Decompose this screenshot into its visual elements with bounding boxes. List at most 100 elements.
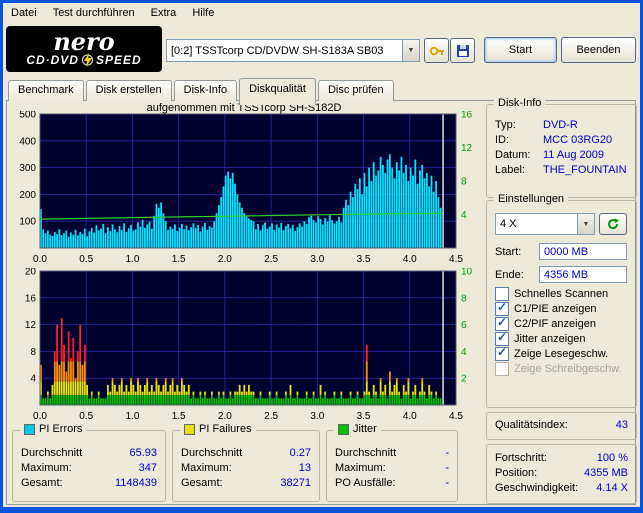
start-button[interactable]: Start <box>484 37 557 63</box>
chevron-down-icon[interactable]: ▼ <box>577 214 594 234</box>
disk-info-label: ID: <box>495 134 509 146</box>
chevron-down-icon[interactable]: ▼ <box>402 40 419 61</box>
stat-label: Maximum: <box>21 462 72 474</box>
pi-errors-chart: 1002003004005004812160.00.51.01.52.02.53… <box>8 111 482 263</box>
svg-text:400: 400 <box>19 136 36 147</box>
save-button[interactable] <box>450 38 475 63</box>
tab-disk-info[interactable]: Disk-Info <box>174 80 237 101</box>
svg-text:3.0: 3.0 <box>310 254 324 263</box>
refresh-button[interactable] <box>599 213 627 235</box>
stat-label: PO Ausfälle: <box>335 477 396 489</box>
progress-label: Fortschritt: <box>495 452 547 464</box>
svg-text:500: 500 <box>19 111 36 121</box>
app-window: Datei Test durchführen Extra Hilfe nero … <box>0 0 643 513</box>
svg-text:3.5: 3.5 <box>357 411 371 420</box>
checkbox-lesegeschwindigkeit[interactable]: Zeige Lesegeschw. <box>495 347 632 361</box>
checkbox-schreibgeschwindigkeit: Zeige Schreibgeschw. <box>495 362 632 376</box>
svg-text:4: 4 <box>30 374 36 385</box>
start-label: Start: <box>495 246 521 258</box>
svg-text:200: 200 <box>19 190 36 201</box>
jitter-summary-group: Jitter Durchschnitt- Maximum:- PO Ausfäl… <box>326 430 458 502</box>
checkbox-label: Schnelles Scannen <box>514 288 608 300</box>
checkbox-box[interactable] <box>495 332 509 346</box>
stat-value: - <box>445 447 449 459</box>
tab-diskqualitaet[interactable]: Diskqualität <box>239 78 316 105</box>
progress-value: 100 % <box>597 452 628 464</box>
stat-label: Durchschnitt <box>181 447 242 459</box>
pi-errors-caption: PI Errors <box>20 423 86 435</box>
disk-info-group: Disk-Info Typ:DVD-R ID:MCC 03RG20 Datum:… <box>486 104 637 198</box>
stat-label: Gesamt: <box>21 477 63 489</box>
nero-product-text: CD·DVD SPEED <box>26 53 141 67</box>
nero-brand-text: nero <box>53 31 114 53</box>
tab-disc-pruefen[interactable]: Disc prüfen <box>318 80 394 101</box>
checkbox-c1-pie[interactable]: C1/PIE anzeigen <box>495 302 632 316</box>
disk-info-caption: Disk-Info <box>494 97 545 109</box>
svg-text:8: 8 <box>461 293 467 304</box>
stat-label: Gesamt: <box>181 477 223 489</box>
speed-select[interactable]: 4 X ▼ <box>495 213 595 235</box>
svg-text:300: 300 <box>19 163 36 174</box>
svg-text:10: 10 <box>461 268 473 278</box>
menu-item-extra[interactable]: Extra <box>143 5 185 21</box>
checkbox-box[interactable] <box>495 347 509 361</box>
checkbox-c2-pif[interactable]: C2/PIF anzeigen <box>495 317 632 331</box>
quit-button[interactable]: Beenden <box>561 37 636 63</box>
checkbox-jitter[interactable]: Jitter anzeigen <box>495 332 632 346</box>
pi-failures-caption: PI Failures <box>180 423 256 435</box>
pi-errors-summary-group: PI Errors Durchschnitt65.93 Maximum:347 … <box>12 430 166 502</box>
svg-text:3.5: 3.5 <box>357 254 371 263</box>
settings-title: Einstellungen <box>498 193 564 205</box>
tab-disk-erstellen[interactable]: Disk erstellen <box>86 80 172 101</box>
quality-index-label: Qualitätsindex: <box>495 419 568 431</box>
checkbox-label: Jitter anzeigen <box>514 333 586 345</box>
speed-select-value: 4 X <box>496 218 521 230</box>
checkbox-box[interactable] <box>495 302 509 316</box>
checkbox-label: C2/PIF anzeigen <box>514 318 596 330</box>
settings-group: Einstellungen 4 X ▼ Start: 0000 MB Ende:… <box>486 200 637 408</box>
checkbox-label: C1/PIE anzeigen <box>514 303 597 315</box>
pi-failures-summary-group: PI Failures Durchschnitt0.27 Maximum:13 … <box>172 430 320 502</box>
disk-info-value: 11 Aug 2009 <box>543 149 604 161</box>
svg-text:4: 4 <box>461 347 467 358</box>
menu-item-hilfe[interactable]: Hilfe <box>184 5 222 21</box>
disk-info-value: MCC 03RG20 <box>543 134 612 146</box>
svg-text:4.5: 4.5 <box>449 411 463 420</box>
tab-benchmark[interactable]: Benchmark <box>8 80 84 101</box>
checkbox-label: Zeige Lesegeschw. <box>514 348 608 360</box>
pi-failures-title: PI Failures <box>199 423 252 435</box>
stat-value: - <box>445 477 449 489</box>
svg-text:1.0: 1.0 <box>125 411 139 420</box>
svg-text:12: 12 <box>25 320 37 331</box>
jitter-title: Jitter <box>353 423 377 435</box>
disk-info-value: THE_FOUNTAIN <box>543 164 627 176</box>
window-border-bottom <box>0 507 643 513</box>
window-border-left <box>0 0 3 513</box>
svg-text:12: 12 <box>461 143 473 154</box>
drive-select[interactable]: [0:2] TSSTcorp CD/DVDW SH-S183A SB03 ▼ <box>166 39 420 62</box>
end-field[interactable]: 4356 MB <box>539 266 627 283</box>
disk-info-label: Typ: <box>495 119 516 131</box>
stat-label: Maximum: <box>335 462 386 474</box>
svg-text:20: 20 <box>25 268 37 278</box>
svg-text:3.0: 3.0 <box>310 411 324 420</box>
svg-text:0.0: 0.0 <box>33 411 47 420</box>
options-button[interactable] <box>424 38 449 63</box>
menu-item-test-durchfuehren[interactable]: Test durchführen <box>45 5 143 21</box>
checkbox-schnelles-scannen[interactable]: Schnelles Scannen <box>495 287 632 301</box>
svg-text:16: 16 <box>461 111 473 121</box>
checkbox-box[interactable] <box>495 287 509 301</box>
quality-index-value: 43 <box>616 419 628 431</box>
progress-group: Fortschritt:100 % Position:4355 MB Gesch… <box>486 444 637 504</box>
svg-text:100: 100 <box>19 217 36 228</box>
stat-value: 347 <box>139 462 157 474</box>
svg-text:0.5: 0.5 <box>79 254 93 263</box>
disk-info-title: Disk-Info <box>498 97 541 109</box>
checkbox-box[interactable] <box>495 317 509 331</box>
svg-text:1.5: 1.5 <box>172 254 186 263</box>
svg-text:2: 2 <box>461 374 467 385</box>
start-field[interactable]: 0000 MB <box>539 243 627 260</box>
svg-text:16: 16 <box>25 293 37 304</box>
menu-item-datei[interactable]: Datei <box>3 5 45 21</box>
jitter-swatch-icon <box>338 424 349 435</box>
